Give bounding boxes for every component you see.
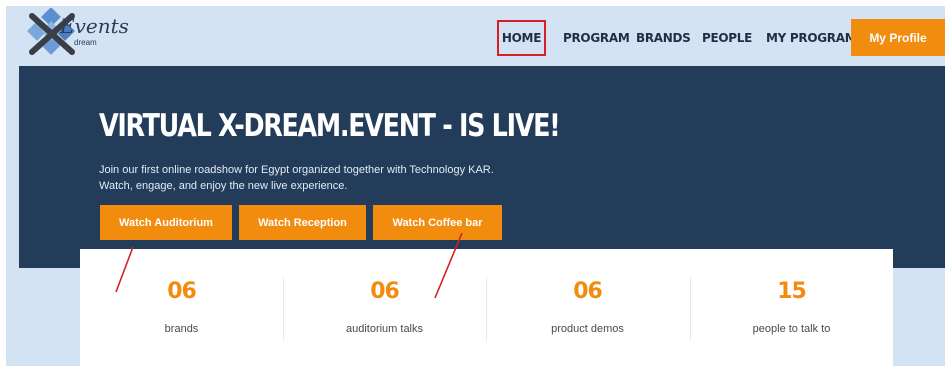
stat-auditorium-talks: 06 auditorium talks (283, 249, 486, 366)
nav-home[interactable]: HOME (497, 20, 546, 56)
stat-label: brands (164, 323, 199, 335)
logo-text: Events (60, 14, 129, 38)
stat-label: product demos (551, 323, 624, 335)
stat-value: 06 (167, 279, 197, 304)
nav-program[interactable]: PROGRAM (563, 20, 630, 56)
stat-value: 06 (573, 279, 603, 304)
nav-my-program[interactable]: MY PROGRAM (766, 20, 857, 56)
stat-label: people to talk to (752, 323, 831, 335)
stat-value: 06 (370, 279, 400, 304)
logo[interactable]: Events dream (22, 8, 132, 66)
stats-card: 06 brands 06 auditorium talks 06 product… (80, 249, 893, 366)
hero-banner: VIRTUAL X-DREAM.EVENT - IS LIVE! Join ou… (19, 66, 945, 268)
stat-product-demos: 06 product demos (486, 249, 689, 366)
page: Events dream HOME PROGRAM BRANDS PEOPLE … (6, 6, 945, 366)
watch-auditorium-button[interactable]: Watch Auditorium (100, 205, 232, 240)
nav-people[interactable]: PEOPLE (702, 20, 752, 56)
logo-subtext: dream (74, 38, 97, 47)
stat-label: auditorium talks (345, 323, 424, 335)
nav-brands[interactable]: BRANDS (636, 20, 691, 56)
watch-coffee-bar-button[interactable]: Watch Coffee bar (373, 205, 502, 240)
my-profile-button[interactable]: My Profile (851, 19, 945, 56)
hero-description-line: Join our first online roadshow for Egypt… (99, 164, 494, 176)
stat-value: 15 (777, 279, 807, 304)
stat-brands: 06 brands (80, 249, 283, 366)
watch-reception-button[interactable]: Watch Reception (239, 205, 366, 240)
stat-people-to-talk-to: 15 people to talk to (690, 249, 893, 366)
hero-title: VIRTUAL X-DREAM.EVENT - IS LIVE! (99, 108, 561, 144)
hero-description: Join our first online roadshow for Egypt… (99, 162, 494, 194)
hero-description-line: Watch, engage, and enjoy the new live ex… (99, 180, 348, 192)
